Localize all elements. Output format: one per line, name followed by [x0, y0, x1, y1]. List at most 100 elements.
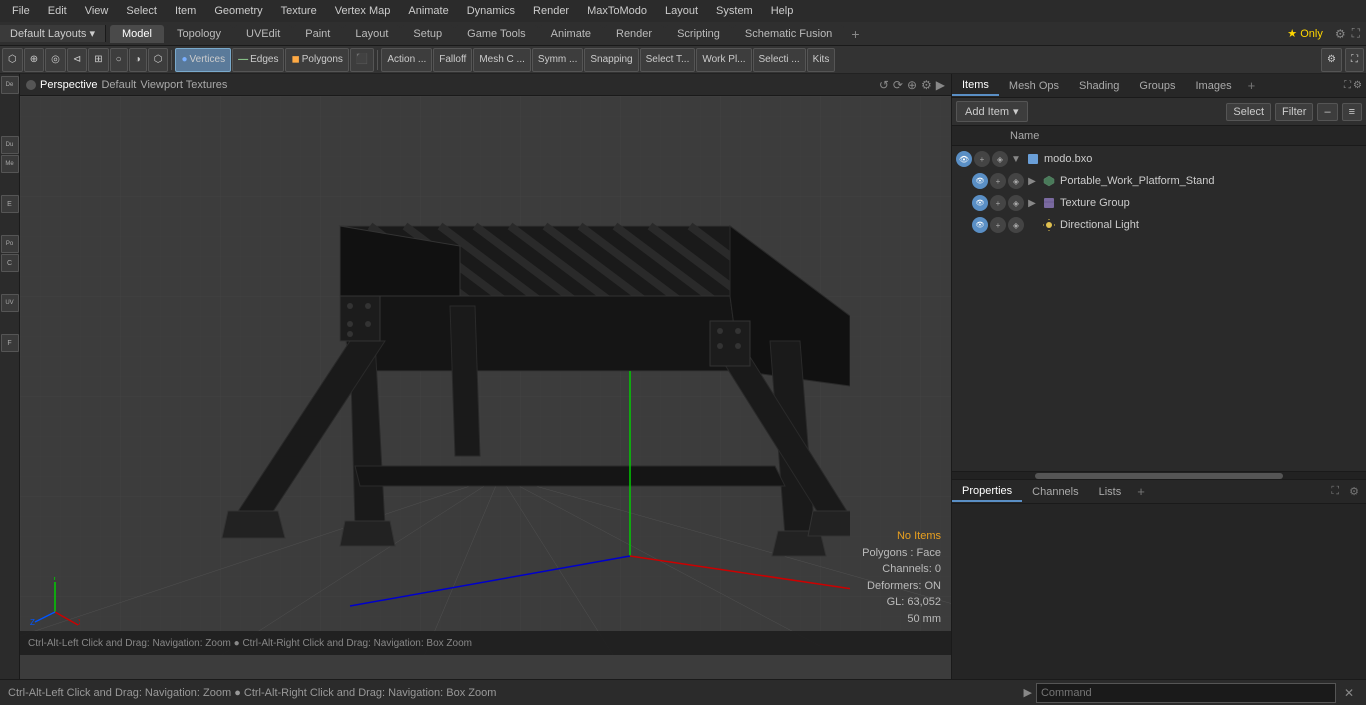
tab-groups[interactable]: Groups [1129, 77, 1185, 95]
tree-eye2-texture[interactable]: + [990, 195, 1006, 211]
prop-tab-properties[interactable]: Properties [952, 482, 1022, 502]
prop-tab-channels[interactable]: Channels [1022, 483, 1088, 501]
layout-tab-add[interactable]: + [845, 24, 865, 44]
layout-tab-topology[interactable]: Topology [165, 25, 233, 43]
tool-select-mode[interactable]: ⬡ [2, 48, 23, 72]
tree-expand-modo-bxo[interactable]: ▼ [1010, 154, 1022, 165]
viewport-perspective-label[interactable]: Perspective [40, 79, 97, 91]
tool-mesh-c[interactable]: Mesh C ... [473, 48, 531, 72]
tree-item-portable-stand[interactable]: 👁 + ◈ ▶ Portable_Work_Platform_Stand [952, 170, 1366, 192]
items-panel-settings[interactable]: ⚙ [1353, 80, 1362, 91]
tool-mesh-comp[interactable]: ⬛ [350, 48, 374, 72]
left-tool-c[interactable]: C [1, 254, 19, 272]
menu-select[interactable]: Select [118, 3, 165, 19]
tab-images[interactable]: Images [1186, 77, 1242, 95]
add-item-button[interactable]: Add Item ▾ [956, 101, 1028, 122]
menu-texture[interactable]: Texture [273, 3, 325, 19]
tree-item-texture-group[interactable]: 👁 + ◈ ▶ Texture Group [952, 192, 1366, 214]
tool-arrow[interactable]: ⊲ [67, 48, 87, 72]
menu-view[interactable]: View [77, 3, 117, 19]
tree-expand-portable[interactable]: ▶ [1026, 176, 1038, 187]
menu-maxtomodo[interactable]: MaxToModo [579, 3, 655, 19]
layout-settings-icon[interactable]: ⚙ [1335, 27, 1346, 41]
layout-tab-setup[interactable]: Setup [401, 25, 454, 43]
tool-fullscreen[interactable]: ⛶ [1345, 48, 1364, 72]
tool-polygons[interactable]: ◼ Polygons [285, 48, 348, 72]
layout-tab-paint[interactable]: Paint [293, 25, 342, 43]
tree-eye-portable[interactable]: 👁 [972, 173, 988, 189]
vp-ctrl-play[interactable]: ▶ [936, 78, 945, 92]
items-select-btn[interactable]: Select [1226, 103, 1271, 121]
viewport-textures-label[interactable]: Viewport Textures [140, 79, 227, 91]
tool-edges[interactable]: — Edges [232, 48, 284, 72]
tool-lasso[interactable]: ◑ [129, 48, 147, 72]
tab-mesh-ops[interactable]: Mesh Ops [999, 77, 1069, 95]
command-input[interactable] [1036, 683, 1336, 703]
menu-render[interactable]: Render [525, 3, 577, 19]
scene-area[interactable]: No Items Polygons : Face Channels: 0 Def… [20, 96, 951, 655]
tool-poly[interactable]: ⬡ [148, 48, 169, 72]
left-tool-du[interactable]: Du [1, 136, 19, 154]
tree-eye3-texture[interactable]: ◈ [1008, 195, 1024, 211]
prop-settings-icon[interactable]: ⚙ [1346, 485, 1362, 498]
tool-global-settings[interactable]: ⚙ [1321, 48, 1342, 72]
tool-select-t[interactable]: Select T... [640, 48, 696, 72]
menu-animate[interactable]: Animate [400, 3, 456, 19]
layout-tab-model[interactable]: Model [110, 25, 164, 43]
tree-eye3-portable[interactable]: ◈ [1008, 173, 1024, 189]
menu-edit[interactable]: Edit [40, 3, 75, 19]
tree-item-directional-light[interactable]: 👁 + ◈ Directional Light [952, 214, 1366, 236]
tool-action[interactable]: Action ... [381, 48, 432, 72]
layout-tab-scripting[interactable]: Scripting [665, 25, 732, 43]
layout-tab-uvedit[interactable]: UVEdit [234, 25, 292, 43]
viewport-default-label[interactable]: Default [101, 79, 136, 91]
tool-selecti[interactable]: Selecti ... [753, 48, 806, 72]
items-scroll-thumb[interactable] [1035, 473, 1283, 479]
prop-tab-lists[interactable]: Lists [1089, 483, 1132, 501]
tool-symm[interactable]: Symm ... [532, 48, 583, 72]
left-tool-me[interactable]: Me [1, 155, 19, 173]
items-settings-btn[interactable]: ≡ [1342, 103, 1362, 121]
vp-ctrl-rotate[interactable]: ↺ [879, 78, 889, 92]
tree-eye-modo-bxo[interactable]: 👁 [956, 151, 972, 167]
default-layouts-dropdown[interactable]: Default Layouts ▾ [0, 25, 106, 42]
tree-eye2-portable[interactable]: + [990, 173, 1006, 189]
vp-ctrl-reset[interactable]: ⟳ [893, 78, 903, 92]
viewport-dot[interactable] [26, 80, 36, 90]
menu-layout[interactable]: Layout [657, 3, 706, 19]
layout-tab-layout[interactable]: Layout [343, 25, 400, 43]
tree-eye2-light[interactable]: + [990, 217, 1006, 233]
layout-fullscreen-icon[interactable]: ⛶ [1352, 26, 1360, 41]
layout-tab-schematic[interactable]: Schematic Fusion [733, 25, 844, 43]
tool-kits[interactable]: Kits [807, 48, 836, 72]
tool-box[interactable]: ⊞ [88, 48, 108, 72]
tree-expand-texture[interactable]: ▶ [1026, 198, 1038, 209]
menu-vertex-map[interactable]: Vertex Map [327, 3, 399, 19]
tree-eye-texture[interactable]: 👁 [972, 195, 988, 211]
menu-geometry[interactable]: Geometry [206, 3, 270, 19]
left-tool-uv[interactable]: UV [1, 294, 19, 312]
left-tool-de[interactable]: De [1, 76, 19, 94]
left-tool-f[interactable]: F [1, 334, 19, 352]
menu-file[interactable]: File [4, 3, 38, 19]
menu-system[interactable]: System [708, 3, 761, 19]
tree-eye-light[interactable]: 👁 [972, 217, 988, 233]
menu-dynamics[interactable]: Dynamics [459, 3, 523, 19]
layout-tab-render[interactable]: Render [604, 25, 664, 43]
tree-eye3-light[interactable]: ◈ [1008, 217, 1024, 233]
items-panel-expand[interactable]: ⛶ [1344, 80, 1351, 91]
tree-eye3-modo-bxo[interactable]: ◈ [992, 151, 1008, 167]
tree-item-modo-bxo[interactable]: 👁 + ◈ ▼ modo.bxo [952, 148, 1366, 170]
tool-falloff[interactable]: Falloff [433, 48, 472, 72]
menu-help[interactable]: Help [763, 3, 802, 19]
prop-expand-icon[interactable]: ⛶ [1328, 485, 1342, 498]
layout-tab-animate[interactable]: Animate [539, 25, 603, 43]
tab-shading[interactable]: Shading [1069, 77, 1129, 95]
layout-tab-gametools[interactable]: Game Tools [455, 25, 538, 43]
prop-tab-add[interactable]: + [1131, 481, 1151, 502]
tool-vertices[interactable]: ● Vertices [175, 48, 231, 72]
items-filter-btn[interactable]: Filter [1275, 103, 1313, 121]
tool-work-pl[interactable]: Work Pl... [696, 48, 751, 72]
tree-eye2-modo-bxo[interactable]: + [974, 151, 990, 167]
command-clear-icon[interactable]: ✕ [1340, 684, 1358, 702]
